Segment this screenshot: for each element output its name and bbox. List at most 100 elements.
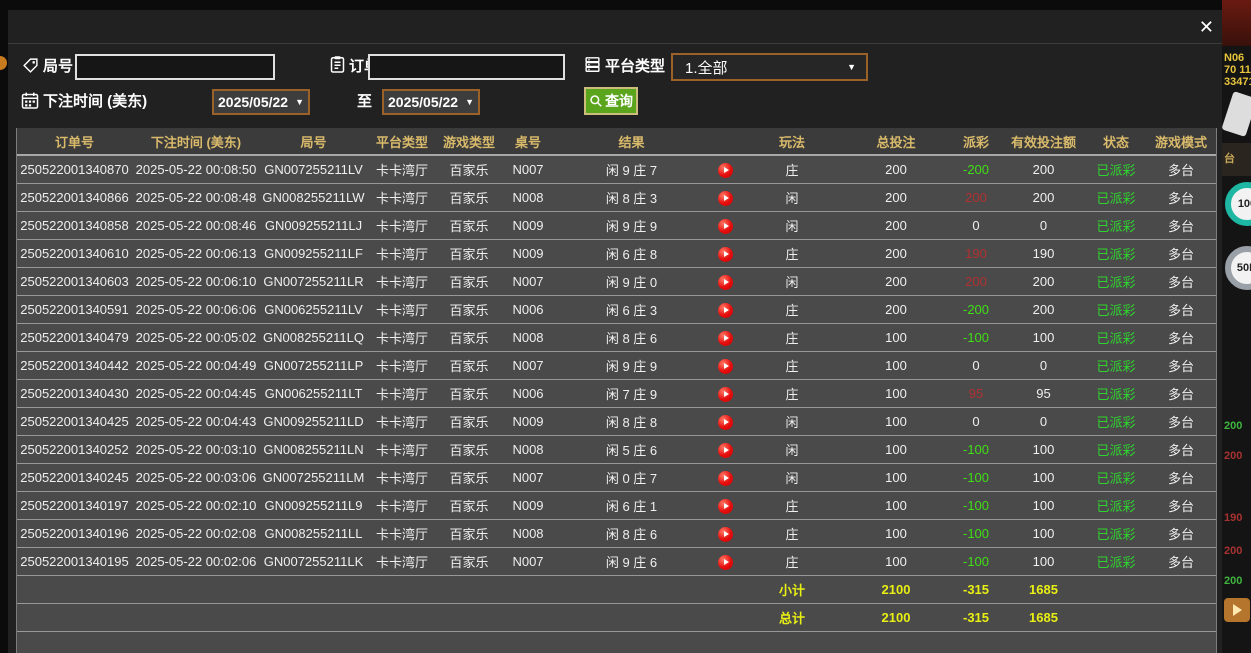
grand-total-row-label: 总计: [743, 604, 841, 632]
replay-cell: [708, 296, 743, 324]
game-mode: 多台: [1146, 352, 1216, 380]
table-row: 2505220013401952025-05-22 00:02:06GN0072…: [17, 548, 1216, 576]
replay-icon[interactable]: [718, 191, 733, 206]
replay-icon[interactable]: [718, 303, 733, 318]
table-row: 2505220013406102025-05-22 00:06:13GN0092…: [17, 240, 1216, 268]
platform-type: 卡卡湾厅: [367, 548, 437, 576]
subtotal-row: 小计2100-3151685: [17, 576, 1216, 604]
bet-time: 2025-05-22 00:04:45: [132, 380, 260, 408]
replay-cell: [708, 324, 743, 352]
order-number: 250522001340196: [17, 520, 132, 548]
replay-icon[interactable]: [718, 527, 733, 542]
query-button[interactable]: 查询: [584, 87, 638, 115]
replay-icon[interactable]: [718, 471, 733, 486]
total-bet: 100: [841, 352, 951, 380]
replay-icon[interactable]: [718, 387, 733, 402]
platform-type: 卡卡湾厅: [367, 296, 437, 324]
replay-cell: [708, 380, 743, 408]
round-number: GN009255211LJ: [260, 212, 367, 240]
play-type: 庄: [743, 520, 841, 548]
column-header: 游戏类型: [437, 128, 501, 155]
result: 闲 9 庄 7: [555, 155, 708, 184]
grand-total-row: 总计2100-3151685: [17, 604, 1216, 632]
replay-icon[interactable]: [718, 555, 733, 570]
game-type: 百家乐: [437, 268, 501, 296]
background-text: 200: [1224, 450, 1242, 462]
replay-icon[interactable]: [718, 275, 733, 290]
order-number: 250522001340197: [17, 492, 132, 520]
replay-cell: [708, 548, 743, 576]
bet-time: 2025-05-22 00:03:06: [132, 464, 260, 492]
chevron-down-icon: ▼: [847, 62, 856, 72]
platform-type: 卡卡湾厅: [367, 184, 437, 212]
play-type: 庄: [743, 380, 841, 408]
clipboard-icon: [330, 55, 345, 74]
replay-icon[interactable]: [718, 247, 733, 262]
game-mode: 多台: [1146, 436, 1216, 464]
payout: -100: [951, 464, 1001, 492]
payout: -100: [951, 492, 1001, 520]
total-bet: 200: [841, 155, 951, 184]
date-to-picker[interactable]: 2025/05/22 ▼: [382, 89, 480, 115]
total-bet: 2100: [841, 604, 951, 632]
replay-icon[interactable]: [718, 499, 733, 514]
order-number: 250522001340245: [17, 464, 132, 492]
game-type: 百家乐: [437, 408, 501, 436]
bet-time: 2025-05-22 00:08:48: [132, 184, 260, 212]
empty-cell: [17, 604, 743, 632]
table-number: N009: [501, 408, 555, 436]
date-from-picker[interactable]: 2025/05/22 ▼: [212, 89, 310, 115]
valid-bet: 1685: [1001, 576, 1086, 604]
tag-icon: [22, 57, 39, 74]
payout: -315: [951, 576, 1001, 604]
game-type: 百家乐: [437, 548, 501, 576]
background-text: 200: [1224, 420, 1242, 432]
round-number: GN008255211LL: [260, 520, 367, 548]
table-number: N007: [501, 464, 555, 492]
play-type: 闲: [743, 184, 841, 212]
bet-time: 2025-05-22 00:02:10: [132, 492, 260, 520]
status: 已派彩: [1086, 408, 1146, 436]
close-icon[interactable]: ✕: [1199, 13, 1214, 41]
table-number: N007: [501, 268, 555, 296]
replay-cell: [708, 240, 743, 268]
replay-icon[interactable]: [718, 163, 733, 178]
replay-cell: [708, 492, 743, 520]
empty-cell: [17, 576, 743, 604]
table-area: 订单号下注时间 (美东)局号平台类型游戏类型桌号结果玩法总投注派彩有效投注额状态…: [16, 128, 1217, 653]
bet-time: 2025-05-22 00:06:10: [132, 268, 260, 296]
order-input[interactable]: [368, 54, 565, 80]
round-number: GN008255211LQ: [260, 324, 367, 352]
table-number: N009: [501, 212, 555, 240]
play-type: 庄: [743, 492, 841, 520]
table-row: 2505220013408702025-05-22 00:08:50GN0072…: [17, 155, 1216, 184]
query-button-label: 查询: [605, 91, 633, 111]
game-type: 百家乐: [437, 436, 501, 464]
bet-time: 2025-05-22 00:02:06: [132, 548, 260, 576]
bet-table-body: 2505220013408702025-05-22 00:08:50GN0072…: [17, 155, 1216, 632]
game-mode: [1146, 604, 1216, 632]
replay-icon[interactable]: [718, 359, 733, 374]
platform-select[interactable]: 1.全部 ▼: [671, 53, 868, 81]
replay-icon[interactable]: [718, 443, 733, 458]
payout: -200: [951, 155, 1001, 184]
table-number: N007: [501, 548, 555, 576]
table-row: 2505220013402452025-05-22 00:03:06GN0072…: [17, 464, 1216, 492]
round-number: GN007255211LV: [260, 155, 367, 184]
chevron-down-icon: ▼: [295, 97, 304, 107]
round-input[interactable]: [75, 54, 275, 80]
bet-time: 2025-05-22 00:06:06: [132, 296, 260, 324]
replay-icon[interactable]: [718, 331, 733, 346]
game-type: 百家乐: [437, 296, 501, 324]
replay-icon[interactable]: [718, 415, 733, 430]
round-number: GN007255211LR: [260, 268, 367, 296]
total-bet: 200: [841, 212, 951, 240]
column-header: 派彩: [951, 128, 1001, 155]
bet-time: 2025-05-22 00:05:02: [132, 324, 260, 352]
table-row: 2505220013408582025-05-22 00:08:46GN0092…: [17, 212, 1216, 240]
table-number: N009: [501, 240, 555, 268]
table-number: N008: [501, 520, 555, 548]
status: 已派彩: [1086, 155, 1146, 184]
replay-cell: [708, 212, 743, 240]
replay-icon[interactable]: [718, 219, 733, 234]
